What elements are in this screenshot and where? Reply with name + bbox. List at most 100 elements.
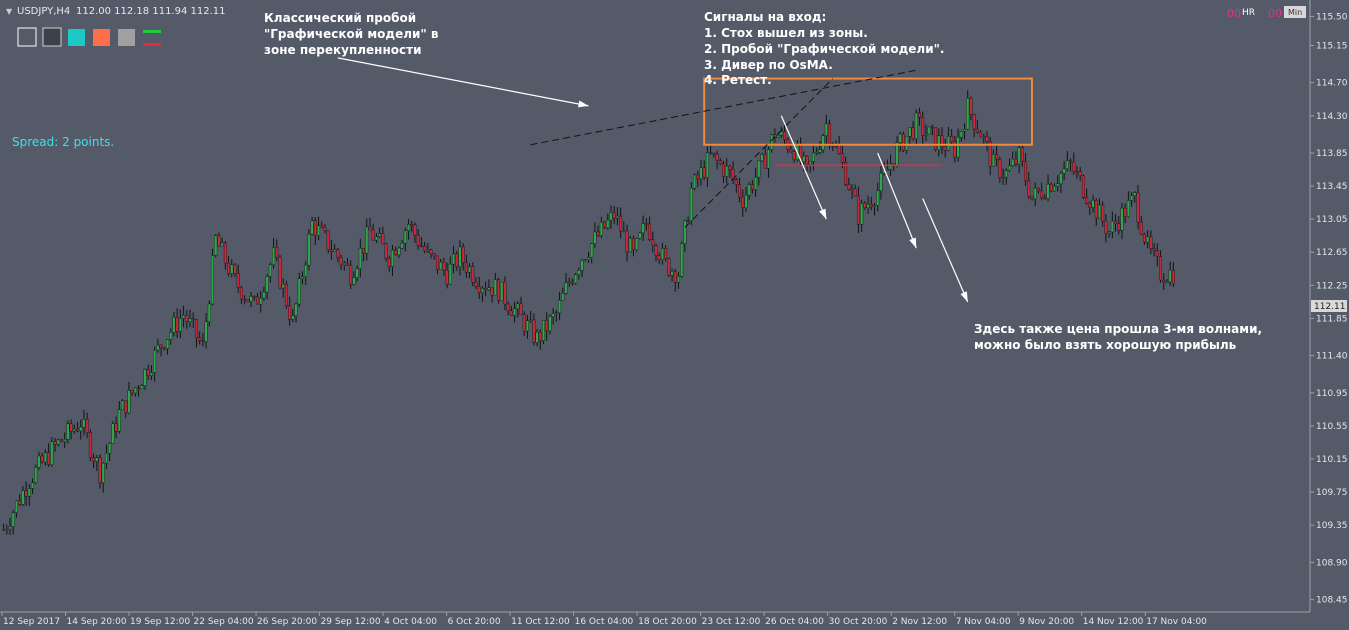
bear-candle [461,246,465,263]
bull-candle [622,230,626,233]
bull-candle [1097,204,1101,219]
bear-candle [837,145,841,155]
bear-candle [1075,171,1079,173]
bull-candle [641,223,645,234]
bull-candle [670,270,674,276]
bear-candle [869,204,873,208]
bull-candle [21,490,25,505]
bull-candle [304,264,308,277]
bear-candle [194,319,198,338]
bear-candle [130,390,134,394]
bull-candle [140,385,144,389]
bull-candle [72,428,76,432]
y-tick-label: 113.05 [1316,215,1348,225]
x-tick-label: 14 Sep 20:00 [67,617,127,627]
bear-candle [1078,171,1082,177]
price-chart[interactable]: 115.50 115.15 114.70 114.30 113.85 113.45 113.… [0,0,1349,630]
bear-candle [1142,233,1146,243]
bull-candle [1056,183,1060,187]
bear-candle [651,239,655,246]
color-swatch-dark[interactable] [42,27,62,47]
bear-candle [24,490,28,497]
bull-candle [5,528,9,531]
bull-candle [500,281,504,301]
bear-candle [490,287,494,296]
bull-candle [397,247,401,256]
x-tick-label: 7 Nov 04:00 [956,617,1011,627]
bull-candle [554,312,558,315]
signal-1: 1. Стох вышел из зоны. [704,26,868,40]
bear-candle [715,153,719,161]
dropdown-arrow-icon[interactable]: ▼ [6,7,13,16]
bear-candle [696,174,700,180]
bull-line-color[interactable] [143,30,161,33]
bull-candle [876,190,880,206]
y-tick-label: 110.55 [1316,422,1348,432]
bear-candle [1152,248,1156,251]
bull-candle [1011,158,1015,167]
bear-candle [162,347,166,350]
bull-candle [946,136,950,151]
bear-candle [648,223,652,240]
bottom-note-line2: можно было взять хорошую прибыль [974,338,1237,352]
bear-candle [137,387,141,390]
bull-candle [95,457,99,462]
x-tick-label: 26 Oct 04:00 [765,617,824,627]
bear-candle [410,224,414,226]
bull-candle [1007,165,1011,171]
bull-candle [1046,183,1050,199]
counter-left: 00 [1227,7,1241,20]
bull-candle [358,248,362,269]
color-swatch-orange[interactable] [93,29,110,46]
y-tick-label: 110.15 [1316,455,1348,465]
bull-candle [82,419,86,428]
bear-candle [419,245,423,247]
bull-candle [873,205,877,208]
bear-candle [856,195,860,225]
x-tick-label: 16 Oct 04:00 [575,617,634,627]
bull-candle [487,287,491,291]
bear-candle [1104,220,1108,234]
bear-candle [198,337,202,341]
bear-candle [1036,187,1040,192]
bull-candle [1110,220,1114,233]
bear-line-color[interactable] [143,43,161,46]
x-tick-label: 19 Sep 12:00 [130,617,190,627]
bear-candle [416,234,420,246]
bear-candle [596,231,600,236]
color-swatch-cyan[interactable] [68,29,85,46]
color-swatch-gray[interactable] [118,29,135,46]
bear-candle [792,151,796,161]
bull-candle [34,467,38,483]
x-tick-label: 23 Oct 12:00 [702,617,761,627]
color-swatch-background[interactable] [17,27,37,47]
bull-candle [355,268,359,278]
bear-candle [1049,183,1053,192]
bull-candle [117,409,121,432]
bull-candle [249,296,253,302]
bull-candle [587,257,591,260]
bear-candle [471,266,475,283]
bull-candle [529,319,533,322]
bull-candle [210,255,214,305]
x-tick-label: 9 Nov 20:00 [1019,617,1074,627]
bear-candle [718,160,722,164]
bull-candle [818,149,822,153]
bull-candle [885,169,889,171]
bull-candle [959,131,963,138]
left-note-line3: зоне перекупленности [264,43,421,57]
bear-candle [1139,221,1143,235]
bull-candle [79,426,83,432]
bull-candle [1004,170,1008,178]
symbol-label: USDJPY,H4 [17,6,70,17]
bear-candle [201,340,205,342]
y-tick-label: 114.30 [1316,112,1348,122]
bull-candle [1033,187,1037,200]
bull-candle [606,219,610,229]
x-tick-label: 11 Oct 12:00 [511,617,570,627]
bear-candle [387,257,391,267]
signal-3: 3. Дивер по OsMA. [704,58,833,72]
bear-candle [236,273,240,288]
bull-candle [525,320,529,332]
bear-candle [921,117,925,136]
